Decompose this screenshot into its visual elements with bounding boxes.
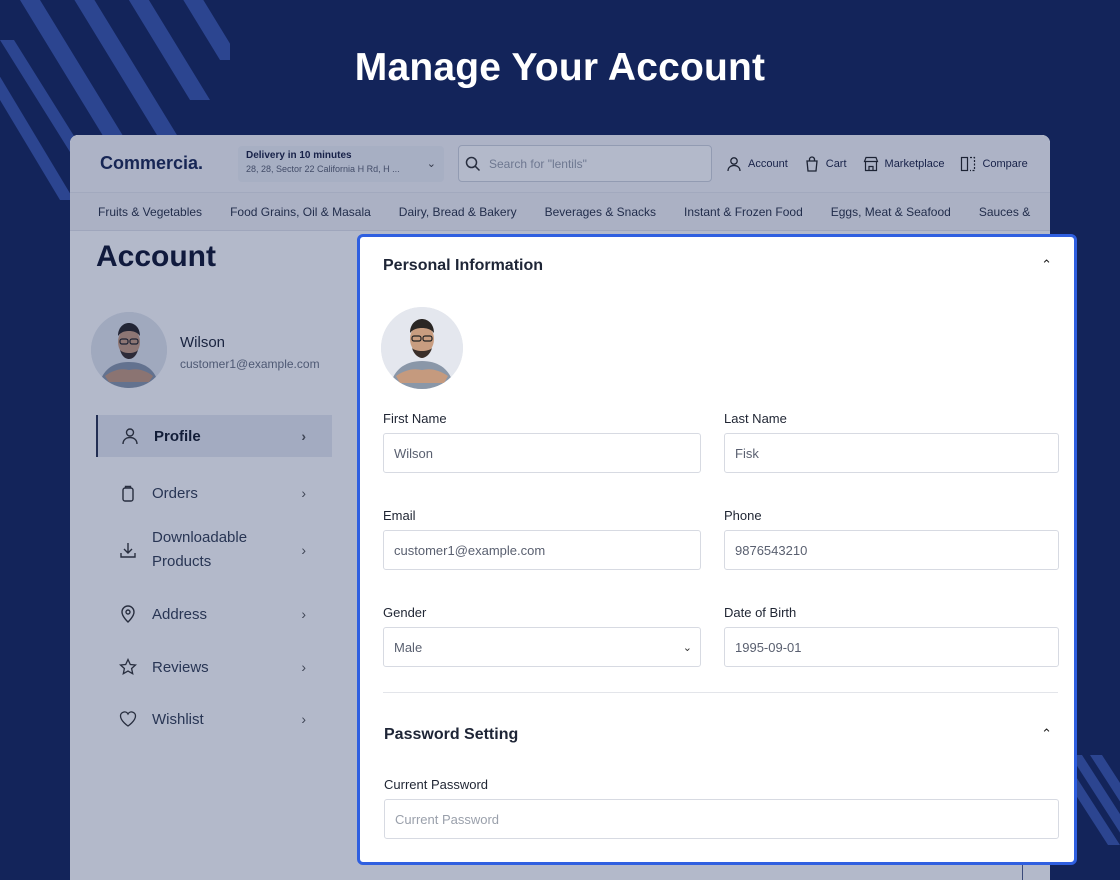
email-label: Email — [383, 508, 416, 523]
last-name-value: Fisk — [735, 445, 759, 461]
phone-field[interactable]: 9876543210 — [724, 530, 1059, 570]
gender-select[interactable]: Male ⌄ — [383, 627, 701, 667]
section-title-personal: Personal Information — [383, 257, 544, 274]
email-value: customer1@example.com — [394, 542, 546, 558]
gender-value: Male — [394, 639, 423, 655]
gender-label: Gender — [383, 605, 427, 620]
dob-field[interactable]: 1995-09-01 — [724, 627, 1059, 667]
last-name-field[interactable]: Fisk — [724, 433, 1059, 473]
email-field[interactable]: customer1@example.com — [383, 530, 701, 570]
chevron-down-icon: ⌄ — [682, 642, 692, 654]
chevron-up-icon[interactable]: ⌃ — [1041, 257, 1052, 273]
first-name-field[interactable]: Wilson — [383, 433, 701, 473]
section-title-password: Password Setting — [384, 726, 519, 743]
hero-title: Manage Your Account — [354, 46, 766, 89]
current-password-label: Current Password — [384, 777, 489, 792]
phone-label: Phone — [724, 508, 762, 523]
chevron-up-icon[interactable]: ⌃ — [1041, 726, 1052, 742]
first-name-value: Wilson — [394, 445, 434, 461]
profile-photo[interactable] — [381, 307, 463, 389]
current-password-placeholder: Current Password — [395, 811, 500, 827]
phone-value: 9876543210 — [735, 542, 808, 558]
divider — [383, 692, 1058, 693]
current-password-field[interactable]: Current Password — [384, 799, 1059, 839]
first-name-label: First Name — [383, 411, 447, 426]
personal-info-card: Personal Information ⌃ First Name Wilson… — [357, 234, 1077, 865]
last-name-label: Last Name — [724, 411, 787, 426]
dob-value: 1995-09-01 — [735, 639, 802, 655]
dob-label: Date of Birth — [724, 605, 797, 620]
